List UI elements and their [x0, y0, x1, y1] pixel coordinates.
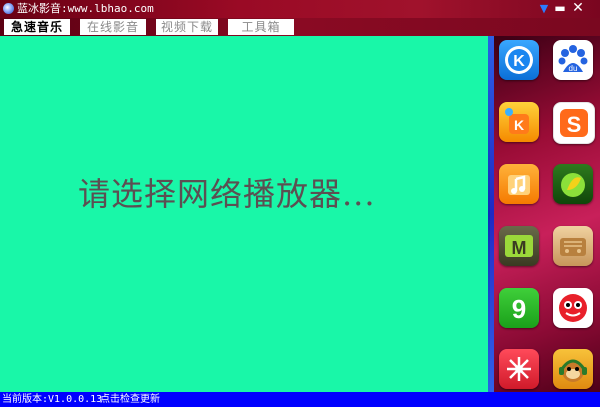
tab-toolbox[interactable]: 工具箱: [228, 19, 294, 35]
radio-icon[interactable]: [553, 226, 593, 266]
app-logo-icon: [3, 3, 14, 14]
svg-text:du: du: [569, 64, 578, 73]
kuwo-icon[interactable]: K: [499, 102, 539, 142]
minimize-button[interactable]: ▬: [552, 1, 568, 16]
snowflake-icon[interactable]: [499, 349, 539, 389]
svg-text:K: K: [513, 53, 525, 70]
svg-text:9: 9: [512, 294, 526, 324]
svg-text:M: M: [512, 238, 527, 258]
tab-bar: 急速音乐 在线影音 视频下载 工具箱: [0, 18, 600, 36]
version-label: 当前版本:V1.0.0.13: [2, 394, 103, 405]
monkey-headphones-icon[interactable]: [553, 349, 593, 389]
title-bar: 蓝冰影音:www.lbhao.com ▼ ▬ ✕: [0, 0, 600, 18]
player-area: 请选择网络播放器...: [0, 36, 488, 392]
menu-dropdown-button[interactable]: ▼: [536, 1, 552, 16]
tab-video-download[interactable]: 视频下载: [156, 19, 218, 35]
svg-text:S: S: [567, 112, 582, 137]
svg-text:K: K: [514, 117, 524, 133]
orange-music-icon[interactable]: [499, 164, 539, 204]
close-button[interactable]: ✕: [570, 1, 586, 16]
m-tv-icon[interactable]: M: [499, 226, 539, 266]
select-player-prompt: 请选择网络播放器...: [78, 175, 376, 213]
sidebar-glow-divider: [488, 36, 494, 392]
nine-icon[interactable]: 9: [499, 288, 539, 328]
player-sidebar: K du K S M 9: [488, 36, 600, 392]
tab-online-video[interactable]: 在线影音: [80, 19, 146, 35]
green-leaf-icon[interactable]: [553, 164, 593, 204]
tab-fast-music[interactable]: 急速音乐: [4, 19, 70, 35]
check-update-link[interactable]: 点击检查更新: [100, 393, 160, 406]
kugou-icon[interactable]: K: [499, 40, 539, 80]
red-mascot-icon[interactable]: [553, 288, 593, 328]
s-music-icon[interactable]: S: [553, 102, 595, 144]
window-title: 蓝冰影音:www.lbhao.com: [17, 2, 154, 15]
baidu-music-icon[interactable]: du: [553, 40, 593, 80]
status-bar: 当前版本:V1.0.0.13 点击检查更新: [0, 392, 600, 407]
